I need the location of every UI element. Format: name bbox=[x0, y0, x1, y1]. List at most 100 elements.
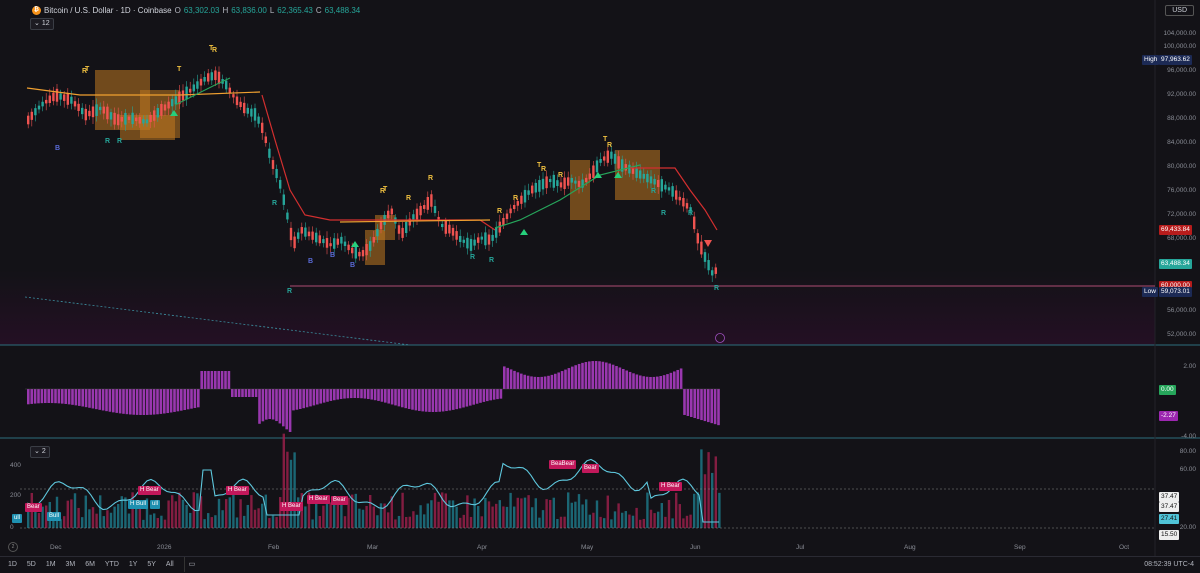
osc-bar bbox=[343, 389, 346, 399]
date-range-icon[interactable]: ▭ bbox=[183, 557, 200, 572]
osc-bar bbox=[234, 389, 237, 397]
candle bbox=[664, 184, 667, 190]
candle bbox=[207, 73, 210, 82]
osc-bar bbox=[288, 389, 292, 432]
candle bbox=[624, 164, 627, 171]
osc-bar bbox=[346, 389, 350, 399]
osc-bar bbox=[560, 371, 564, 389]
range-3m-button[interactable]: 3M bbox=[62, 557, 80, 572]
price-axis-label: 84,000.00 bbox=[1167, 139, 1196, 146]
osc-bar bbox=[88, 389, 91, 408]
orange-zone bbox=[570, 160, 590, 220]
candle bbox=[567, 177, 570, 186]
settings-icon[interactable]: 2 bbox=[8, 542, 18, 552]
osc-bar bbox=[220, 371, 224, 389]
osc-bar bbox=[669, 372, 673, 389]
candle bbox=[466, 237, 469, 249]
bull-label: ull bbox=[150, 500, 161, 509]
currency-button[interactable]: USD bbox=[1165, 5, 1194, 16]
range-1d-button[interactable]: 1D bbox=[4, 557, 21, 572]
chart-canvas[interactable] bbox=[0, 0, 1200, 572]
candle bbox=[81, 107, 84, 115]
osc-bar bbox=[591, 361, 594, 389]
osc-bar bbox=[424, 389, 428, 412]
osc-bar bbox=[237, 389, 241, 397]
osc-bar bbox=[190, 389, 193, 409]
volume-bar bbox=[311, 519, 314, 528]
indicator-toggle-top[interactable]: ⌄ 12 bbox=[30, 18, 54, 30]
volume-bar bbox=[639, 519, 642, 528]
candle bbox=[232, 94, 235, 98]
candle bbox=[102, 106, 105, 114]
volume-bar bbox=[102, 516, 105, 528]
range-1y-button[interactable]: 1Y bbox=[125, 557, 142, 572]
candle bbox=[52, 92, 55, 102]
signal-r: R bbox=[489, 257, 495, 264]
volume-bar bbox=[365, 505, 368, 528]
signal-r: R bbox=[212, 47, 218, 54]
osc-bar bbox=[618, 367, 622, 389]
osc-bar bbox=[285, 389, 288, 430]
volume-bar bbox=[221, 510, 224, 528]
volume-bar bbox=[588, 514, 591, 528]
candle bbox=[574, 180, 577, 184]
osc-bar bbox=[673, 371, 676, 389]
candle bbox=[714, 267, 717, 274]
volume-bar bbox=[70, 499, 73, 528]
volume-bar bbox=[559, 516, 563, 528]
volume-bar bbox=[124, 497, 127, 528]
osc-bar bbox=[180, 389, 183, 411]
osc-bar bbox=[322, 389, 326, 403]
candle bbox=[293, 236, 296, 249]
range-6m-button[interactable]: 6M bbox=[81, 557, 99, 572]
osc-bar bbox=[132, 389, 135, 415]
osc-bar bbox=[523, 374, 526, 389]
candle bbox=[671, 186, 674, 197]
volume-bar bbox=[513, 506, 516, 528]
volume-bar bbox=[257, 508, 260, 528]
volume-bar bbox=[423, 514, 426, 528]
volume-bar bbox=[153, 513, 156, 528]
volume-bar bbox=[394, 519, 397, 528]
candle bbox=[595, 160, 599, 173]
osc-bar bbox=[458, 389, 462, 409]
symbol-header[interactable]: ₿ Bitcoin / U.S. Dollar · 1D · Coinbase … bbox=[32, 6, 360, 15]
volume-bar bbox=[185, 504, 188, 528]
candle bbox=[131, 112, 134, 125]
volume-bar bbox=[455, 506, 458, 528]
osc-bar bbox=[261, 389, 265, 422]
candle bbox=[376, 228, 379, 237]
osc-bar bbox=[696, 389, 700, 420]
bear-label: Bear bbox=[582, 464, 599, 473]
candle bbox=[343, 241, 347, 247]
osc-bar bbox=[292, 389, 295, 411]
volume-bar bbox=[487, 501, 491, 528]
candle bbox=[369, 241, 372, 251]
osc-bar bbox=[186, 389, 190, 410]
signal-b: B bbox=[308, 258, 314, 265]
volume-bar bbox=[664, 516, 667, 528]
price-axis-label: 72,000.00 bbox=[1167, 211, 1196, 218]
volume-bar bbox=[527, 495, 530, 528]
candle bbox=[502, 217, 505, 226]
volume-bars bbox=[27, 433, 721, 528]
range-5d-button[interactable]: 5D bbox=[23, 557, 40, 572]
volume-bar bbox=[703, 474, 707, 528]
volume-bar bbox=[585, 499, 588, 528]
candle bbox=[77, 103, 80, 111]
signal-b: B bbox=[330, 252, 336, 259]
range-5y-button[interactable]: 5Y bbox=[143, 557, 160, 572]
indicator-toggle-bottom[interactable]: ⌄ 2 bbox=[30, 446, 50, 458]
range-ytd-button[interactable]: YTD bbox=[101, 557, 123, 572]
candle bbox=[99, 106, 102, 111]
osc-bar bbox=[54, 389, 57, 404]
volume-bar bbox=[567, 492, 570, 528]
osc-bar bbox=[251, 389, 254, 397]
range-1m-button[interactable]: 1M bbox=[42, 557, 60, 572]
range-all-button[interactable]: All bbox=[162, 557, 178, 572]
symbol-title[interactable]: Bitcoin / U.S. Dollar · 1D · Coinbase bbox=[44, 6, 172, 15]
price-axis-label: 80,000.00 bbox=[1167, 163, 1196, 170]
osc-bar bbox=[445, 389, 448, 412]
candle bbox=[217, 71, 221, 84]
osc-bar bbox=[707, 389, 710, 423]
